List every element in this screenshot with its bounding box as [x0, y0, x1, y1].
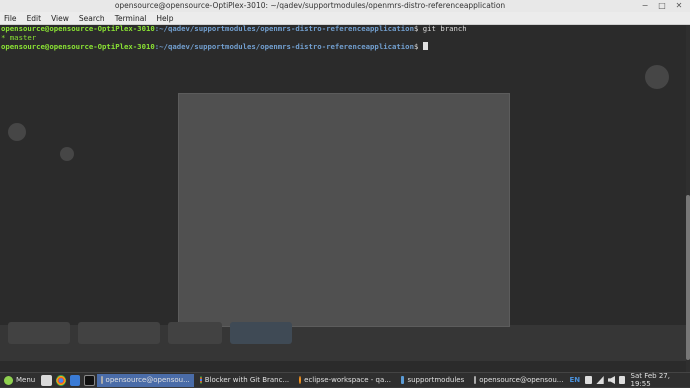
network-icon[interactable] [596, 376, 604, 384]
folder-icon [400, 376, 405, 384]
terminal-output: opensource@opensource-OptiPlex-3010:~/qa… [1, 25, 467, 51]
terminal-line: opensource@opensource-OptiPlex-3010:~/qa… [1, 25, 467, 34]
volume-icon[interactable] [607, 376, 616, 384]
terminal-launcher-icon[interactable] [84, 374, 95, 386]
prompt-path: :~/qadev/supportmodules/openmrs-distro-r… [154, 25, 414, 33]
eclipse-icon [299, 376, 302, 384]
prompt-command: $ git branch [413, 25, 467, 33]
menu-help[interactable]: Help [156, 14, 173, 23]
keyboard-layout-indicator[interactable]: EN [569, 376, 580, 384]
task-label: opensource@opensou... [105, 376, 190, 384]
taskbar: Menu opensource@opensou... Blocker with … [0, 372, 690, 388]
branch-output: * master [1, 32, 37, 42]
terminal-icon [474, 376, 477, 384]
menu-terminal[interactable]: Terminal [115, 14, 147, 23]
menu-view[interactable]: View [51, 14, 69, 23]
task-eclipse[interactable]: eclipse-workspace - qa... [295, 374, 395, 387]
menu-search[interactable]: Search [79, 14, 105, 23]
text-cursor [422, 42, 428, 50]
terminal-line: * master [1, 32, 467, 43]
start-menu-button[interactable]: Menu [0, 373, 39, 388]
battery-icon[interactable] [619, 376, 625, 384]
shield-icon[interactable] [585, 376, 593, 384]
terminal-line: opensource@opensource-OptiPlex-3010:~/qa… [1, 42, 467, 51]
task-label: opensource@opensou... [479, 376, 564, 384]
chrome-icon [199, 376, 202, 384]
task-files[interactable]: supportmodules [397, 374, 468, 387]
task-label: Blocker with Git Branc... [204, 376, 290, 384]
window-title: opensource@opensource-OptiPlex-3010: ~/q… [114, 1, 506, 10]
show-desktop-icon[interactable] [41, 374, 52, 386]
scrollbar-thumb[interactable] [686, 195, 690, 360]
task-chrome[interactable]: Blocker with Git Branc... [196, 374, 293, 387]
window-controls: − □ ✕ [640, 1, 684, 11]
system-tray: EN Sat Feb 27, 19:55 [569, 372, 690, 388]
minimize-icon[interactable]: − [640, 1, 650, 11]
menubar: File Edit View Search Terminal Help [0, 12, 690, 25]
start-menu-label: Menu [16, 376, 36, 384]
clock[interactable]: Sat Feb 27, 19:55 [631, 372, 688, 388]
close-icon[interactable]: ✕ [674, 1, 684, 11]
mint-logo-icon [4, 375, 13, 385]
menu-file[interactable]: File [4, 14, 17, 23]
terminal-icon [100, 376, 103, 384]
prompt-command: $ [413, 42, 423, 51]
prompt-user-host: opensource@opensource-OptiPlex-3010 [1, 42, 155, 51]
task-terminal-2[interactable]: opensource@opensou... [470, 374, 567, 387]
task-label: supportmodules [407, 376, 465, 384]
chrome-launcher-icon[interactable] [55, 374, 66, 386]
task-label: eclipse-workspace - qa... [304, 376, 391, 384]
maximize-icon[interactable]: □ [657, 1, 667, 11]
files-launcher-icon[interactable] [69, 374, 81, 386]
prompt-path: :~/qadev/supportmodules/openmrs-distro-r… [154, 42, 414, 51]
terminal-area[interactable]: opensource@opensource-OptiPlex-3010:~/qa… [0, 25, 686, 372]
menu-edit[interactable]: Edit [27, 14, 42, 23]
task-terminal-active[interactable]: opensource@opensou... [96, 373, 194, 387]
